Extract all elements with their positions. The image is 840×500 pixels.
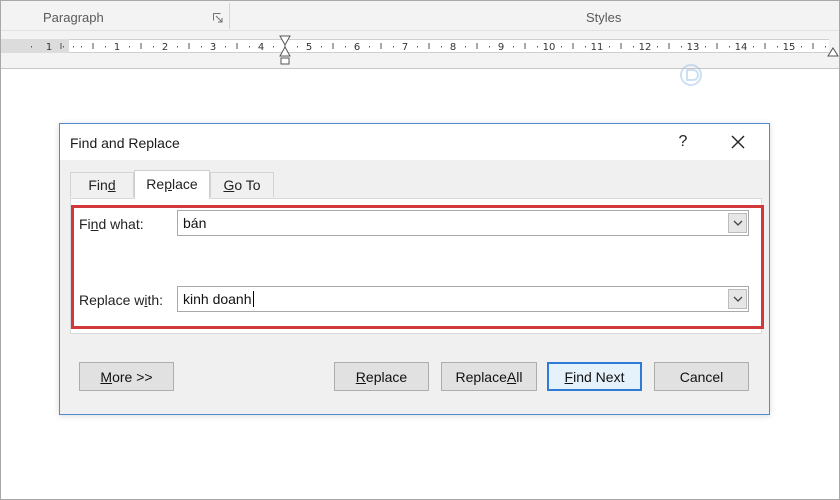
ruler-tick (417, 46, 418, 48)
find-replace-dialog: Find and Replace ? Find Replace Go To Fi… (59, 123, 770, 415)
ruler-tick (537, 46, 538, 48)
dialog-titlebar[interactable]: Find and Replace ? (60, 124, 769, 160)
ruler-number-label: 15 (783, 42, 796, 53)
ruler-tick (369, 46, 370, 48)
ruler-tick (777, 46, 778, 48)
ruler-tick (441, 46, 442, 48)
ruler-number-label: 7 (402, 42, 408, 53)
ruler-tick (81, 46, 82, 48)
ruler-number-label: 9 (498, 42, 504, 53)
ruler-tick (681, 46, 682, 48)
ruler-number-label: 14 (735, 42, 748, 53)
ruler-number-label: 6 (354, 42, 360, 53)
ruler-tick (753, 46, 754, 48)
tab-find[interactable]: Find (70, 172, 134, 197)
find-what-label: Find what: (79, 216, 144, 232)
ruler-number-label: 1 (114, 42, 120, 53)
styles-group-label: Styles (586, 10, 622, 25)
ruler-tick (105, 46, 106, 48)
paragraph-dialog-launcher-icon[interactable] (213, 13, 223, 23)
help-button[interactable]: ? (670, 128, 696, 156)
find-what-input[interactable]: bán (177, 210, 749, 236)
ruler-number-label: 5 (306, 42, 312, 53)
ruler-number-label: 8 (450, 42, 456, 53)
tab-replace[interactable]: Replace (134, 170, 210, 199)
close-button[interactable] (720, 128, 756, 156)
replace-with-label: Replace with: (79, 292, 164, 308)
ruler-tick (201, 46, 202, 48)
ruler-number-label: 4 (258, 42, 264, 53)
ruler-tick (729, 46, 730, 48)
ruler-margin-label: 1 (46, 42, 52, 53)
more-button[interactable]: More >> (79, 362, 174, 391)
text-cursor (252, 291, 254, 307)
ruler-tick (31, 46, 32, 48)
replace-button[interactable]: Replace (334, 362, 429, 391)
ribbon-group-separator (229, 3, 230, 29)
find-what-dropdown-button[interactable] (728, 213, 747, 233)
tab-go-to[interactable]: Go To (210, 172, 274, 197)
chevron-down-icon (733, 220, 742, 226)
cancel-button[interactable]: Cancel (654, 362, 749, 391)
ruler-tick (465, 46, 466, 48)
ruler-number-label: 13 (687, 42, 700, 53)
ruler-tick (393, 46, 394, 48)
ruler-tick (129, 46, 130, 48)
ruler-number-label: 3 (210, 42, 216, 53)
ruler-tick (177, 46, 178, 48)
dialog-title: Find and Replace (70, 135, 180, 151)
left-indent-box-icon[interactable] (280, 57, 290, 65)
ruler-tick (513, 46, 514, 48)
chevron-down-icon (733, 296, 742, 302)
ruler-number-label: 11 (591, 42, 604, 53)
watermark-logo-icon (680, 64, 702, 86)
ribbon: Paragraph Styles (1, 1, 839, 31)
ruler-tick (489, 46, 490, 48)
ruler-tick (63, 46, 64, 48)
ruler-number-label: 2 (162, 42, 168, 53)
replace-with-value: kinh doanh (183, 291, 254, 307)
ruler-tick (273, 46, 274, 48)
ruler-tick (801, 46, 802, 48)
ruler-tick (825, 46, 826, 48)
ruler-tick (657, 46, 658, 48)
ruler-tick (153, 46, 154, 48)
ruler-tick (609, 46, 610, 48)
ruler-number-label: 12 (639, 42, 652, 53)
ruler-area: 1 1 2 3 4 5 6 7 8 9 10 11 12 13 14 15 (1, 31, 839, 86)
replace-with-input[interactable]: kinh doanh (177, 286, 749, 312)
ruler-tick (225, 46, 226, 48)
ruler-tick (585, 46, 586, 48)
ruler-tick (249, 46, 250, 48)
find-next-button[interactable]: Find Next (547, 362, 642, 391)
indent-marker-icon[interactable] (279, 35, 291, 57)
right-indent-marker-icon[interactable] (827, 47, 839, 57)
ruler-tick (705, 46, 706, 48)
ruler-tick (297, 46, 298, 48)
horizontal-ruler[interactable]: 1 1 2 3 4 5 6 7 8 9 10 11 12 13 14 15 (1, 34, 839, 65)
paragraph-group-label: Paragraph (43, 10, 104, 25)
replace-with-dropdown-button[interactable] (728, 289, 747, 309)
ruler-tick (321, 46, 322, 48)
ruler-tick (561, 46, 562, 48)
close-icon (731, 135, 745, 149)
replace-all-button[interactable]: Replace All (441, 362, 537, 391)
ruler-tick (633, 46, 634, 48)
find-what-value: bán (183, 215, 207, 231)
ruler-tick (345, 46, 346, 48)
ruler-tick (73, 46, 74, 48)
ruler-number-label: 10 (543, 42, 556, 53)
